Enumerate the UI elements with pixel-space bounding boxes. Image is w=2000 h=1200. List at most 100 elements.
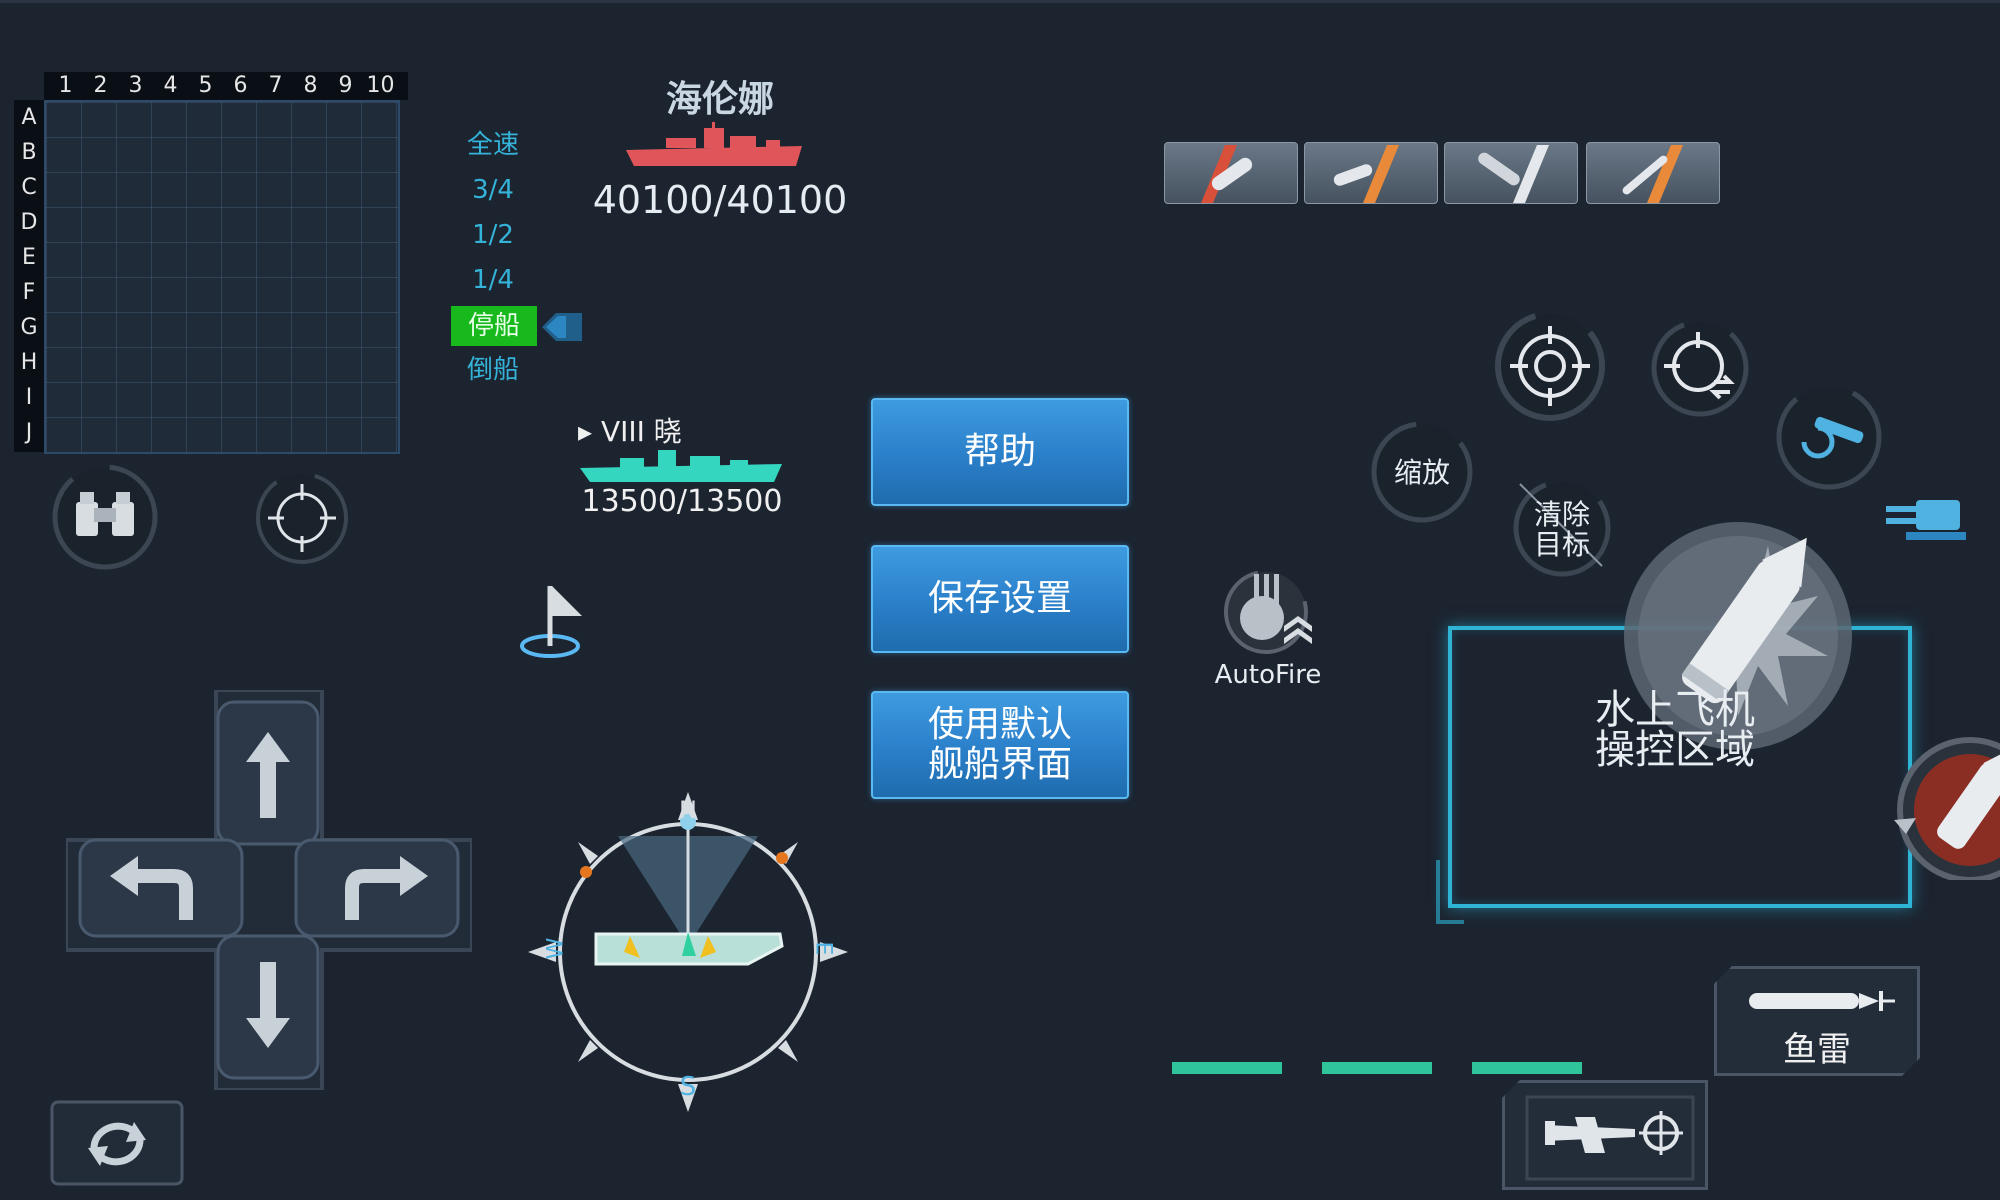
torpedo-icon [1739,987,1899,1015]
weapon-tab-ap[interactable] [1164,142,1298,204]
waypoint-flag-icon[interactable] [516,580,586,660]
reload-bar-2 [1322,1062,1432,1074]
minimap-row-label: B [21,140,37,165]
turret-view-button[interactable] [1886,480,1970,550]
switch-target-button[interactable] [1650,318,1750,418]
minimap-row-label: A [21,105,37,130]
refresh-icon [50,1100,184,1186]
default-layout-button[interactable]: 使用默认 舰船界面 [871,691,1129,799]
minimap-row-label: C [21,175,37,200]
arrow-up-icon [216,700,320,846]
crosshair-icon [256,472,348,564]
target-lock-icon [1495,311,1605,421]
speed-three-quarter[interactable]: 3/4 [440,170,546,210]
minimap-row-label: H [20,350,38,375]
dpad-turn-left-button[interactable] [76,836,246,940]
target-ship-silhouette-icon [580,450,782,482]
compass [520,786,856,1118]
save-settings-button[interactable]: 保存设置 [871,545,1129,653]
minimap-col-label: 10 [366,73,395,98]
seaplane-area-line1: 水上飞机 [1595,687,1755,733]
minimap-row-label: D [20,210,38,235]
speed-stop[interactable]: 停船 [451,306,537,346]
clear-target-label: 清除 目标 [1510,500,1614,560]
arrow-down-icon [216,934,320,1080]
compass-dial-icon [528,792,848,1112]
turret-rotate-button[interactable] [1774,382,1884,492]
he-shell-icon [1333,145,1399,203]
binoculars-button[interactable] [50,462,160,572]
autofire-label: AutoFire [1214,660,1322,690]
binoculars-icon [52,464,158,570]
player-ship-silhouette-icon [626,122,802,166]
torpedo-label: 鱼雷 [1783,1030,1851,1070]
minimap-col-label: 6 [233,73,248,98]
seaplane-area-corner [1436,860,1464,924]
dpad-up-button[interactable] [214,698,322,848]
target-ship-label: ▸ VIII 晓 [578,415,682,448]
minimap-col-label: 8 [303,73,318,98]
speed-quarter[interactable]: 1/4 [440,260,546,300]
turn-left-icon [78,838,244,938]
crosshair-view-button[interactable] [254,470,350,566]
default-layout-line2: 舰船界面 [927,744,1072,785]
weapon-tab-he[interactable] [1304,142,1438,204]
speed-reverse[interactable]: 倒船 [440,350,546,390]
minimap-column-header: 1 2 3 4 5 6 7 8 9 10 [44,72,408,100]
minimap-col-label: 7 [268,73,283,98]
clear-target-line2: 目标 [1533,528,1590,561]
top-edge-line [0,0,2000,3]
dpad-down-button[interactable] [214,932,322,1082]
minimap-col-label: 3 [128,73,143,98]
secondary-shell-button[interactable] [1880,730,2000,880]
minimap-row-label: J [25,420,33,445]
minimap-col-label: 5 [198,73,213,98]
reload-bar-3 [1472,1062,1582,1074]
compass-west: W [543,937,569,960]
minimap-col-label: 2 [93,73,108,98]
turret-rotate-icon [1776,384,1882,490]
speed-full[interactable]: 全速 [440,125,546,165]
clear-target-line1: 清除 [1533,498,1590,531]
lock-target-button[interactable] [1494,310,1606,422]
speed-indicator-arrow-icon [542,313,582,341]
weapon-tab-torpedo[interactable] [1586,142,1720,204]
seaplane-launch-button[interactable] [1502,1080,1708,1190]
minimap-row-label: G [20,315,38,340]
weapon-tab-aa[interactable] [1444,142,1578,204]
autofire-button[interactable] [1218,560,1318,660]
minimap-row-header: A B C D E F G H I J [14,100,44,452]
camera-reset-button[interactable] [50,1100,184,1186]
dpad-turn-right-button[interactable] [292,836,462,940]
zoom-label: 缩放 [1393,456,1450,489]
turn-right-icon [294,838,460,938]
seaplane-area-label: 水上飞机 操控区域 [1580,690,1770,770]
minimap-row-label: I [25,385,33,410]
minimap[interactable]: 1 2 3 4 5 6 7 8 9 10 A B C D E F G H I J [14,72,408,454]
seaplane-target-icon [1525,1095,1695,1181]
compass-south: S [679,1072,697,1102]
aa-shell-icon [1478,145,1549,203]
reload-bar-1 [1172,1062,1282,1074]
torpedo-shell-icon [1622,145,1683,203]
minimap-row-label: F [22,280,36,305]
minimap-col-label: 9 [338,73,353,98]
player-ship-name: 海伦娜 [665,79,774,120]
autofire-turret-icon [1224,570,1312,654]
compass-north: N [679,796,697,824]
seaplane-area-line2: 操控区域 [1595,727,1755,773]
compass-east: E [810,941,836,956]
switch-target-icon [1651,319,1749,417]
turret-icon [1886,500,1966,540]
default-layout-line1: 使用默认 [927,704,1072,745]
minimap-row-label: E [22,245,36,270]
help-button[interactable]: 帮助 [871,398,1129,506]
he-shell-fire-icon [1894,737,2000,880]
speed-half[interactable]: 1/2 [440,215,546,255]
player-ship-hp: 40100/40100 [592,178,848,222]
minimap-col-label: 4 [163,73,178,98]
minimap-grid[interactable] [44,100,400,454]
minimap-col-label: 1 [58,73,73,98]
ap-shell-icon [1201,145,1253,203]
target-ship-hp: 13500/13500 [581,484,783,519]
